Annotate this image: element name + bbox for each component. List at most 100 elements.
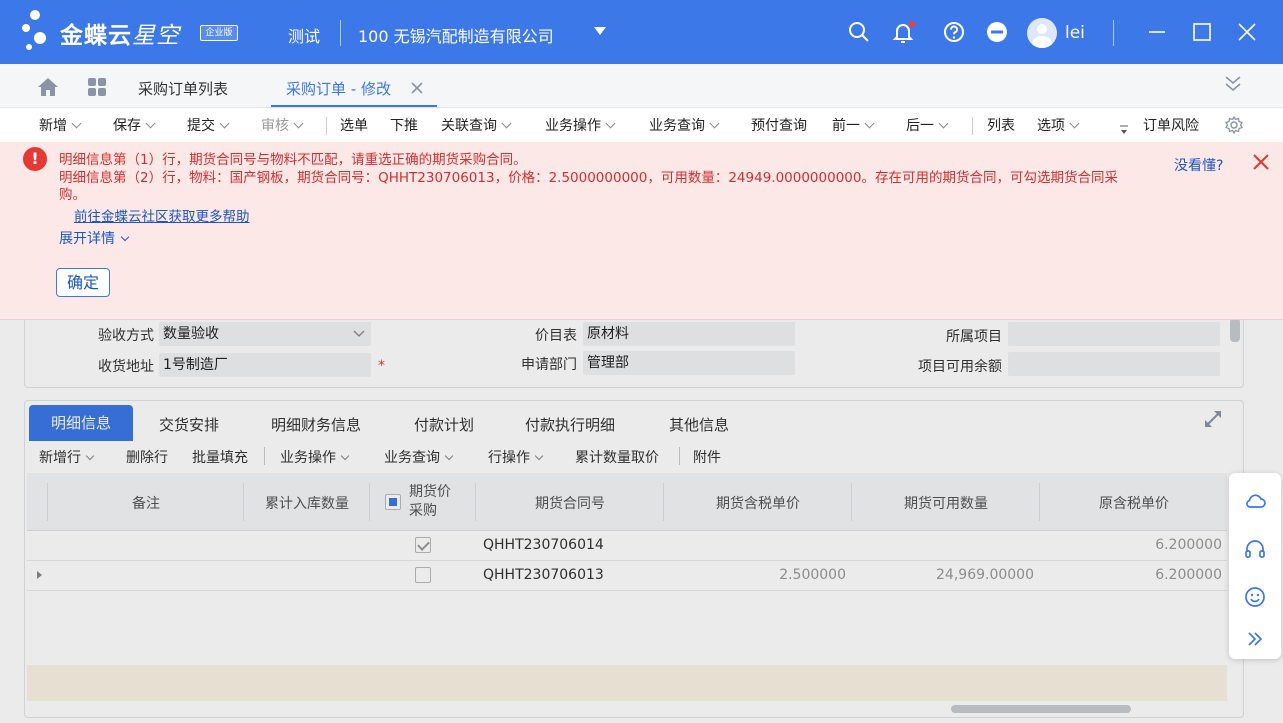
community-help-link[interactable]: 前往金蝶云社区获取更多帮助 (74, 205, 250, 225)
futures-purchase-checkbox[interactable] (415, 537, 431, 553)
double-chevron-down-icon[interactable] (1223, 74, 1243, 94)
prepay-query-button[interactable]: 预付查询 (751, 115, 807, 135)
required-mark: * (378, 358, 385, 374)
list-button[interactable]: 列表 (987, 115, 1015, 135)
close-tab-icon[interactable] (411, 82, 423, 94)
divider (326, 117, 327, 135)
environment-label[interactable]: 测试 (288, 23, 320, 47)
tab-detail-finance[interactable]: 明细财务信息 (271, 414, 361, 435)
close-icon[interactable] (1235, 20, 1259, 44)
ship-address-label: 收货地址 (98, 359, 154, 375)
prev-button[interactable]: 前一 (832, 115, 875, 135)
col-futures-contract-no[interactable]: 期货合同号 (477, 493, 663, 513)
cumulative-qty-price-button[interactable]: 累计数量取价 (575, 447, 659, 467)
apps-grid-icon[interactable] (87, 77, 107, 97)
tab-payment-execution[interactable]: 付款执行明细 (525, 414, 615, 435)
col-futures-avail-qty[interactable]: 期货可用数量 (853, 493, 1039, 513)
smiley-icon[interactable] (1243, 585, 1267, 609)
save-button[interactable]: 保存 (113, 115, 156, 135)
headset-icon[interactable] (1243, 537, 1267, 561)
ship-address-field[interactable]: 1号制造厂 (159, 353, 371, 377)
tab-purchase-order-edit[interactable]: 采购订单 - 修改 (286, 78, 391, 99)
double-chevron-right-icon[interactable] (1243, 627, 1267, 651)
search-icon[interactable] (847, 20, 871, 44)
active-tab-indicator (271, 105, 437, 107)
detail-panel: 明细信息 交货安排 明细财务信息 付款计划 付款执行明细 其他信息 新增行 删除… (24, 400, 1244, 718)
tab-detail-info[interactable]: 明细信息 (29, 405, 133, 441)
minimize-icon[interactable] (1145, 20, 1169, 44)
tab-delivery-schedule[interactable]: 交货安排 (159, 414, 219, 435)
price-list-field[interactable]: 原材料 (583, 322, 795, 346)
batch-fill-button[interactable]: 批量填充 (192, 447, 248, 467)
select-all-checkbox[interactable] (385, 494, 401, 510)
tab-purchase-order-list[interactable]: 采购订单列表 (138, 78, 228, 99)
username[interactable]: lei (1065, 23, 1085, 43)
col-remark[interactable]: 备注 (51, 493, 241, 513)
add-row-button[interactable]: 新增行 (39, 447, 95, 467)
next-button[interactable]: 后一 (906, 115, 949, 135)
maximize-icon[interactable] (1190, 20, 1214, 44)
kingdee-logo-icon (22, 10, 52, 54)
expand-details-link[interactable]: 展开详情 (59, 228, 130, 248)
dropdown-small-icon[interactable] (1119, 123, 1129, 135)
error-line-2: 明细信息第（2）行，物料：国产钢板，期货合同号：QHHT230706013，价格… (59, 170, 1118, 186)
col-cum-in-qty[interactable]: 累计入库数量 (245, 493, 369, 513)
options-button[interactable]: 选项 (1037, 115, 1080, 135)
grid-header: 备注 累计入库数量 期货价 采购 期货合同号 期货含税单价 期货可用数量 原含税… (27, 473, 1227, 531)
close-error-icon[interactable] (1251, 152, 1271, 172)
futures-purchase-checkbox[interactable] (415, 567, 431, 583)
table-row[interactable]: QHHT230706013 2.500000 24,969.00000 6.20… (27, 561, 1227, 591)
divider (679, 447, 680, 465)
tab-bar: 采购订单列表 采购订单 - 修改 (0, 64, 1283, 108)
home-icon[interactable] (37, 77, 59, 97)
bell-icon[interactable] (891, 20, 915, 44)
table-row[interactable]: QHHT230706014 6.200000 (27, 531, 1227, 561)
avatar[interactable] (1027, 18, 1057, 48)
delete-row-button[interactable]: 删除行 (126, 447, 168, 467)
orig-price-cell: 6.200000 (1155, 567, 1222, 583)
apply-dept-field[interactable]: 管理部 (583, 351, 795, 375)
expand-icon[interactable] (1203, 409, 1223, 429)
project-balance-field[interactable] (1008, 352, 1220, 376)
confirm-button[interactable]: 确定 (56, 268, 110, 297)
push-down-button[interactable]: 下推 (390, 115, 418, 135)
form-scrollbar[interactable] (1230, 318, 1240, 342)
select-bill-button[interactable]: 选单 (340, 115, 368, 135)
biz-operation-button[interactable]: 业务操作 (545, 115, 616, 135)
horizontal-scrollbar[interactable] (951, 705, 1131, 713)
contract-cell: QHHT230706013 (483, 567, 604, 583)
attachment-button[interactable]: 附件 (693, 447, 721, 467)
divider (264, 447, 265, 465)
tab-payment-plan[interactable]: 付款计划 (414, 414, 474, 435)
apply-dept-label: 申请部门 (521, 357, 577, 373)
col-futures-tax-price[interactable]: 期货含税单价 (665, 493, 851, 513)
audit-button[interactable]: 审核 (261, 115, 304, 135)
col-futures-purchase[interactable]: 期货价 采购 (409, 483, 451, 521)
avail-qty-cell: 24,969.00000 (936, 567, 1034, 583)
row-operation-button[interactable]: 行操作 (488, 447, 544, 467)
settings-gear-icon[interactable] (1224, 115, 1244, 135)
row-indicator-icon (37, 571, 42, 579)
divider (340, 20, 341, 46)
new-button[interactable]: 新增 (39, 115, 82, 135)
biz-query-button[interactable]: 业务查询 (649, 115, 720, 135)
tab-other-info[interactable]: 其他信息 (669, 414, 729, 435)
detail-biz-query-button[interactable]: 业务查询 (384, 447, 454, 467)
accept-method-select[interactable]: 数量验收 (159, 322, 371, 346)
submit-button[interactable]: 提交 (187, 115, 230, 135)
help-icon[interactable] (942, 20, 966, 44)
cloud-icon[interactable] (1243, 489, 1267, 513)
edition-badge: 企业版 (200, 25, 238, 41)
project-field[interactable] (1008, 322, 1220, 346)
divider (972, 117, 973, 135)
company-selector[interactable]: 100 无锡汽配制造有限公司 (358, 23, 554, 47)
orig-price-cell: 6.200000 (1155, 537, 1222, 553)
linked-query-button[interactable]: 关联查询 (441, 115, 512, 135)
detail-biz-operation-button[interactable]: 业务操作 (280, 447, 350, 467)
project-balance-label: 项目可用余额 (918, 359, 1002, 375)
not-understood-link[interactable]: 没看懂? (1174, 155, 1223, 175)
col-orig-tax-price[interactable]: 原含税单价 (1041, 493, 1227, 513)
more-icon[interactable] (985, 20, 1009, 44)
caret-down-icon[interactable] (594, 27, 606, 35)
order-risk-button[interactable]: 订单风险 (1143, 115, 1199, 135)
